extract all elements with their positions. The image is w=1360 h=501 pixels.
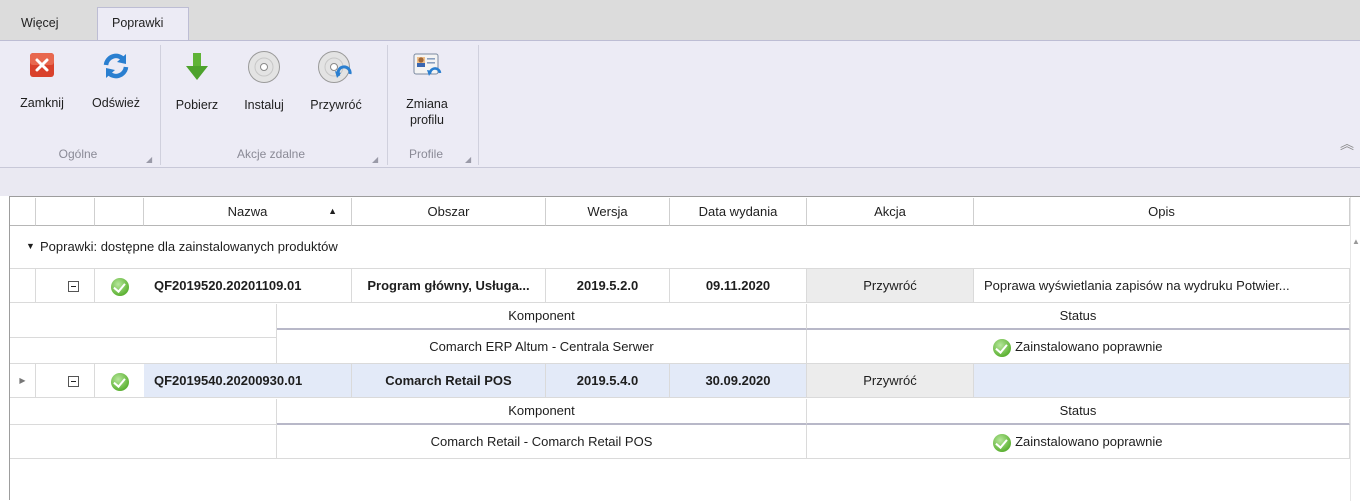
success-check-icon [993, 338, 1012, 357]
success-check-icon [110, 277, 129, 296]
sort-ascending-icon: ▲ [328, 206, 337, 216]
cell-data-wydania[interactable]: 30.09.2020 [670, 364, 807, 398]
tab-poprawki[interactable]: Poprawki [97, 7, 189, 40]
change-profile-label-line1: Zmiana [406, 97, 448, 111]
disc-icon [248, 51, 280, 83]
cell-wersja[interactable]: 2019.5.4.0 [546, 364, 670, 398]
install-label: Instaluj [244, 98, 284, 112]
close-button[interactable]: Zamknij [11, 52, 73, 111]
download-label: Pobierz [175, 98, 219, 112]
group-separator [160, 45, 161, 165]
success-check-icon [110, 372, 129, 391]
detail-cell-komponent[interactable]: Comarch Retail - Comarch Retail POS [277, 425, 807, 459]
refresh-button[interactable]: Odśwież [81, 52, 151, 111]
column-header-data-wydania[interactable]: Data wydania [670, 198, 807, 226]
cell-obszar[interactable]: Program główny, Usługa... [352, 269, 546, 303]
detail-cell-status[interactable]: Zainstalowano poprawnie [807, 330, 1350, 364]
cell-akcja-przywroc[interactable]: Przywróć [807, 269, 974, 303]
cell-obszar[interactable]: Comarch Retail POS [352, 364, 546, 398]
group-label-akcje-zdalne: Akcje zdalne [236, 147, 306, 161]
dialog-launcher-icon[interactable]: ◢ [146, 155, 152, 164]
dialog-launcher-icon[interactable]: ◢ [372, 155, 378, 164]
group-row-label: Poprawki: dostępne dla zainstalowanych p… [40, 239, 338, 254]
close-icon [30, 53, 54, 77]
ribbon-tabstrip [0, 0, 1360, 40]
group-label-ogolne: Ogólne [58, 147, 98, 161]
collapse-ribbon-icon[interactable]: ︽ [1340, 134, 1354, 154]
detail-cell-komponent[interactable]: Comarch ERP Altum - Centrala Serwer [277, 330, 807, 364]
group-label-profile: Profile [408, 147, 443, 161]
current-row-indicator-icon: ▶ [19, 376, 26, 385]
patches-grid: Nazwa ▲ Obszar Wersja Data wydania Akcja … [9, 196, 1360, 501]
close-label: Zamknij [20, 96, 64, 110]
detail-indent [10, 425, 277, 459]
column-header-wersja[interactable]: Wersja [546, 198, 670, 226]
cell-nazwa[interactable]: QF2019540.20200930.01 [144, 364, 352, 398]
collapse-row-icon[interactable] [67, 376, 79, 388]
detail-cell-status[interactable]: Zainstalowano poprawnie [807, 425, 1350, 459]
detail-status-text: Zainstalowano poprawnie [1015, 339, 1163, 354]
detail-header-komponent[interactable]: Komponent [277, 399, 807, 425]
install-button[interactable]: Instaluj [233, 50, 295, 113]
expand-cell[interactable] [36, 269, 95, 303]
detail-indent [10, 330, 277, 364]
group-separator [478, 45, 479, 165]
detail-indent [10, 399, 277, 425]
group-row[interactable]: ▼ Poprawki: dostępne dla zainstalowanych… [10, 227, 1350, 269]
download-arrow-icon [186, 53, 208, 80]
restore-button[interactable]: Przywróć [300, 50, 372, 113]
cell-akcja-przywroc[interactable]: Przywróć [807, 364, 974, 398]
tab-wiecej[interactable]: Więcej [9, 8, 95, 40]
scroll-up-icon[interactable]: ▲ [1352, 237, 1360, 246]
column-header-akcja[interactable]: Akcja [807, 198, 974, 226]
change-profile-button[interactable]: Zmiana profilu [396, 52, 458, 128]
refresh-icon [103, 53, 129, 79]
expand-cell[interactable] [36, 364, 95, 398]
cell-wersja[interactable]: 2019.5.2.0 [546, 269, 670, 303]
cell-opis[interactable] [974, 364, 1350, 398]
status-cell [95, 364, 144, 398]
change-profile-label-line2: profilu [409, 113, 445, 127]
column-header-opis[interactable]: Opis [974, 198, 1350, 226]
detail-status-text: Zainstalowano poprawnie [1015, 434, 1163, 449]
detail-header-status[interactable]: Status [807, 399, 1350, 425]
column-header-nazwa-label: Nazwa [227, 204, 268, 219]
vertical-scrollbar[interactable]: ▲ [1350, 197, 1360, 501]
profile-change-icon [413, 53, 442, 76]
header-indicator [10, 198, 36, 226]
cell-nazwa[interactable]: QF2019520.20201109.01 [144, 269, 352, 303]
download-button[interactable]: Pobierz [166, 52, 228, 113]
group-separator [387, 45, 388, 165]
refresh-label: Odśwież [92, 96, 140, 110]
status-cell [95, 269, 144, 303]
detail-header-status[interactable]: Status [807, 304, 1350, 330]
group-panel [0, 168, 1360, 196]
restore-label: Przywróć [310, 98, 362, 112]
success-check-icon [993, 433, 1012, 452]
column-header-obszar[interactable]: Obszar [352, 198, 546, 226]
cell-data-wydania[interactable]: 09.11.2020 [670, 269, 807, 303]
disc-restore-icon [318, 51, 352, 83]
header-status [95, 198, 144, 226]
header-expand [36, 198, 95, 226]
table-row[interactable]: QF2019520.20201109.01 Program główny, Us… [10, 269, 1350, 304]
group-expand-icon[interactable]: ▼ [26, 241, 35, 251]
column-header-nazwa[interactable]: Nazwa ▲ [144, 198, 352, 226]
dialog-launcher-icon[interactable]: ◢ [465, 155, 471, 164]
collapse-row-icon[interactable] [67, 281, 79, 293]
cell-opis[interactable]: Poprawa wyświetlania zapisów na wydruku … [974, 269, 1350, 303]
row-indicator-cell: ▶ [10, 364, 36, 398]
row-indicator-cell [10, 269, 36, 303]
table-row-selected[interactable]: ▶ QF2019540.20200930.01 Comarch Retail P… [10, 364, 1350, 399]
detail-header-komponent[interactable]: Komponent [277, 304, 807, 330]
